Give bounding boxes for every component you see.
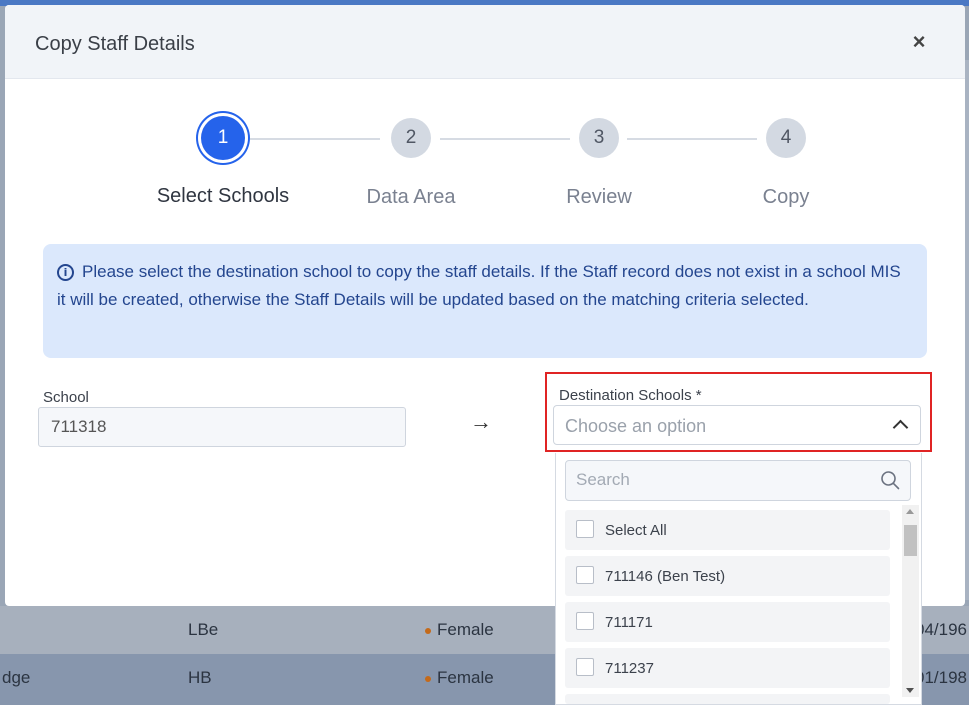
gender-dot-icon: [425, 627, 431, 634]
row-code: LBe: [188, 620, 219, 639]
row-date: 04/196: [915, 620, 967, 639]
search-icon: [881, 471, 900, 490]
info-message: i Please select the destination school to…: [43, 244, 927, 358]
step-data-area[interactable]: 2 Data Area: [331, 118, 491, 209]
step-label: Review: [566, 186, 632, 208]
gender-dot-icon: [425, 675, 431, 682]
option-select-all[interactable]: Select All: [565, 510, 890, 550]
destination-dropdown: Select All 711146 (Ben Test) 711171 7112…: [555, 453, 922, 705]
checkbox[interactable]: [576, 566, 594, 584]
row-code: HB: [188, 668, 212, 687]
step-label: Select Schools: [156, 185, 290, 207]
school-label: School: [43, 389, 89, 406]
step-review[interactable]: 3 Review: [519, 118, 679, 209]
option-label: 711146 (Ben Test): [605, 568, 726, 585]
step-copy[interactable]: 4 Copy: [706, 118, 866, 209]
arrow-right-icon: →: [470, 409, 492, 434]
step-label: Copy: [762, 186, 810, 208]
step-number: 1: [201, 116, 245, 160]
search-input[interactable]: [566, 461, 866, 499]
option-partial[interactable]: [565, 694, 890, 704]
option-711237[interactable]: 711237: [565, 648, 890, 688]
option-label: 711237: [605, 660, 654, 677]
option-label: 711171: [605, 614, 653, 631]
school-input[interactable]: [38, 407, 406, 447]
modal-title: Copy Staff Details: [35, 33, 195, 55]
scroll-thumb[interactable]: [904, 525, 917, 556]
checkbox[interactable]: [576, 612, 594, 630]
row-name: dge: [2, 668, 31, 687]
scroll-down-icon[interactable]: [906, 688, 914, 693]
chevron-up-icon[interactable]: [892, 419, 909, 436]
stepper: 1 Select Schools 2 Data Area 3 Review 4 …: [5, 110, 965, 220]
row-date: 01/198: [915, 668, 967, 687]
destination-label: Destination Schools *: [559, 387, 702, 404]
step-number: 3: [579, 118, 619, 158]
checkbox[interactable]: [576, 520, 594, 538]
close-button[interactable]: ×: [907, 30, 931, 54]
step-number: 2: [391, 118, 431, 158]
modal-header: Copy Staff Details ×: [5, 5, 965, 79]
option-label: Select All: [605, 522, 667, 539]
dropdown-scrollbar[interactable]: [902, 505, 919, 697]
row-gender: Female: [425, 620, 494, 640]
dropdown-search: [565, 460, 911, 501]
checkbox[interactable]: [576, 658, 594, 676]
step-label: Data Area: [366, 186, 456, 208]
step-select-schools[interactable]: 1 Select Schools: [143, 116, 303, 208]
option-711146[interactable]: 711146 (Ben Test): [565, 556, 890, 596]
info-icon: i: [57, 264, 74, 281]
destination-schools-select[interactable]: Choose an option: [553, 405, 921, 445]
option-711171[interactable]: 711171: [565, 602, 890, 642]
info-text: Please select the destination school to …: [57, 262, 901, 309]
scroll-up-icon[interactable]: [906, 509, 914, 514]
step-number: 4: [766, 118, 806, 158]
select-placeholder: Choose an option: [565, 416, 707, 436]
row-gender: Female: [425, 668, 494, 688]
